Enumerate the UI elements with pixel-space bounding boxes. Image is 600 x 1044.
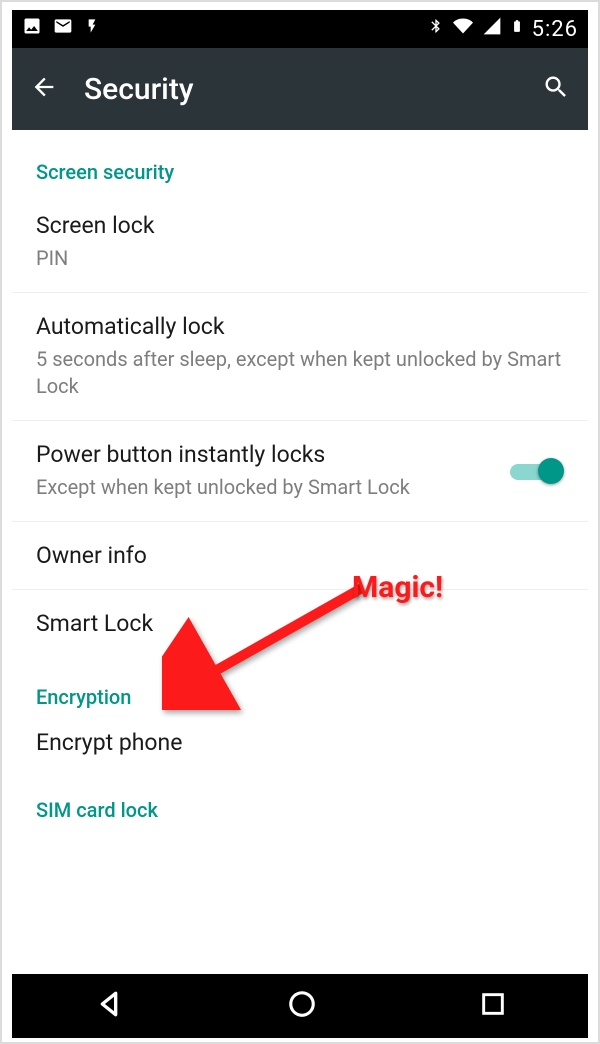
- section-header-encryption: Encryption: [12, 657, 588, 717]
- wifi-icon: [452, 16, 474, 42]
- row-power-button-locks[interactable]: Power button instantly locks Except when…: [12, 421, 588, 522]
- row-smart-lock[interactable]: Smart Lock: [12, 590, 588, 657]
- bluetooth-icon: [428, 15, 444, 43]
- page-title: Security: [84, 72, 194, 107]
- app-bar: Security: [12, 48, 588, 130]
- status-clock: 5:26: [532, 17, 578, 42]
- nav-recent-button[interactable]: [479, 990, 507, 1022]
- back-button[interactable]: [30, 73, 58, 105]
- settings-list[interactable]: Screen security Screen lock PIN Automati…: [12, 130, 588, 974]
- nav-back-button[interactable]: [93, 988, 125, 1024]
- signal-icon: [482, 16, 502, 42]
- row-subtitle: PIN: [36, 245, 564, 272]
- row-subtitle: 5 seconds after sleep, except when kept …: [36, 346, 564, 400]
- battery-icon: [510, 15, 524, 43]
- row-title: Owner info: [36, 542, 564, 569]
- toggle-power-button-locks[interactable]: [510, 456, 564, 486]
- navigation-bar: [12, 974, 588, 1038]
- status-bar: 5:26: [12, 10, 588, 48]
- row-subtitle: Except when kept unlocked by Smart Lock: [36, 474, 510, 501]
- row-title: Smart Lock: [36, 610, 564, 637]
- row-title: Automatically lock: [36, 313, 564, 340]
- row-owner-info[interactable]: Owner info: [12, 522, 588, 590]
- nav-home-button[interactable]: [287, 989, 317, 1023]
- row-title: Encrypt phone: [36, 729, 564, 756]
- row-title: Power button instantly locks: [36, 441, 510, 468]
- section-header-screen-security: Screen security: [12, 130, 588, 192]
- row-automatically-lock[interactable]: Automatically lock 5 seconds after sleep…: [12, 293, 588, 421]
- section-header-sim-lock: SIM card lock: [12, 776, 588, 830]
- flash-icon: [84, 16, 100, 42]
- row-screen-lock[interactable]: Screen lock PIN: [12, 192, 588, 293]
- search-button[interactable]: [542, 73, 570, 105]
- row-title: Screen lock: [36, 212, 564, 239]
- image-icon: [22, 16, 42, 42]
- mail-icon: [52, 16, 74, 42]
- row-encrypt-phone[interactable]: Encrypt phone: [12, 717, 588, 776]
